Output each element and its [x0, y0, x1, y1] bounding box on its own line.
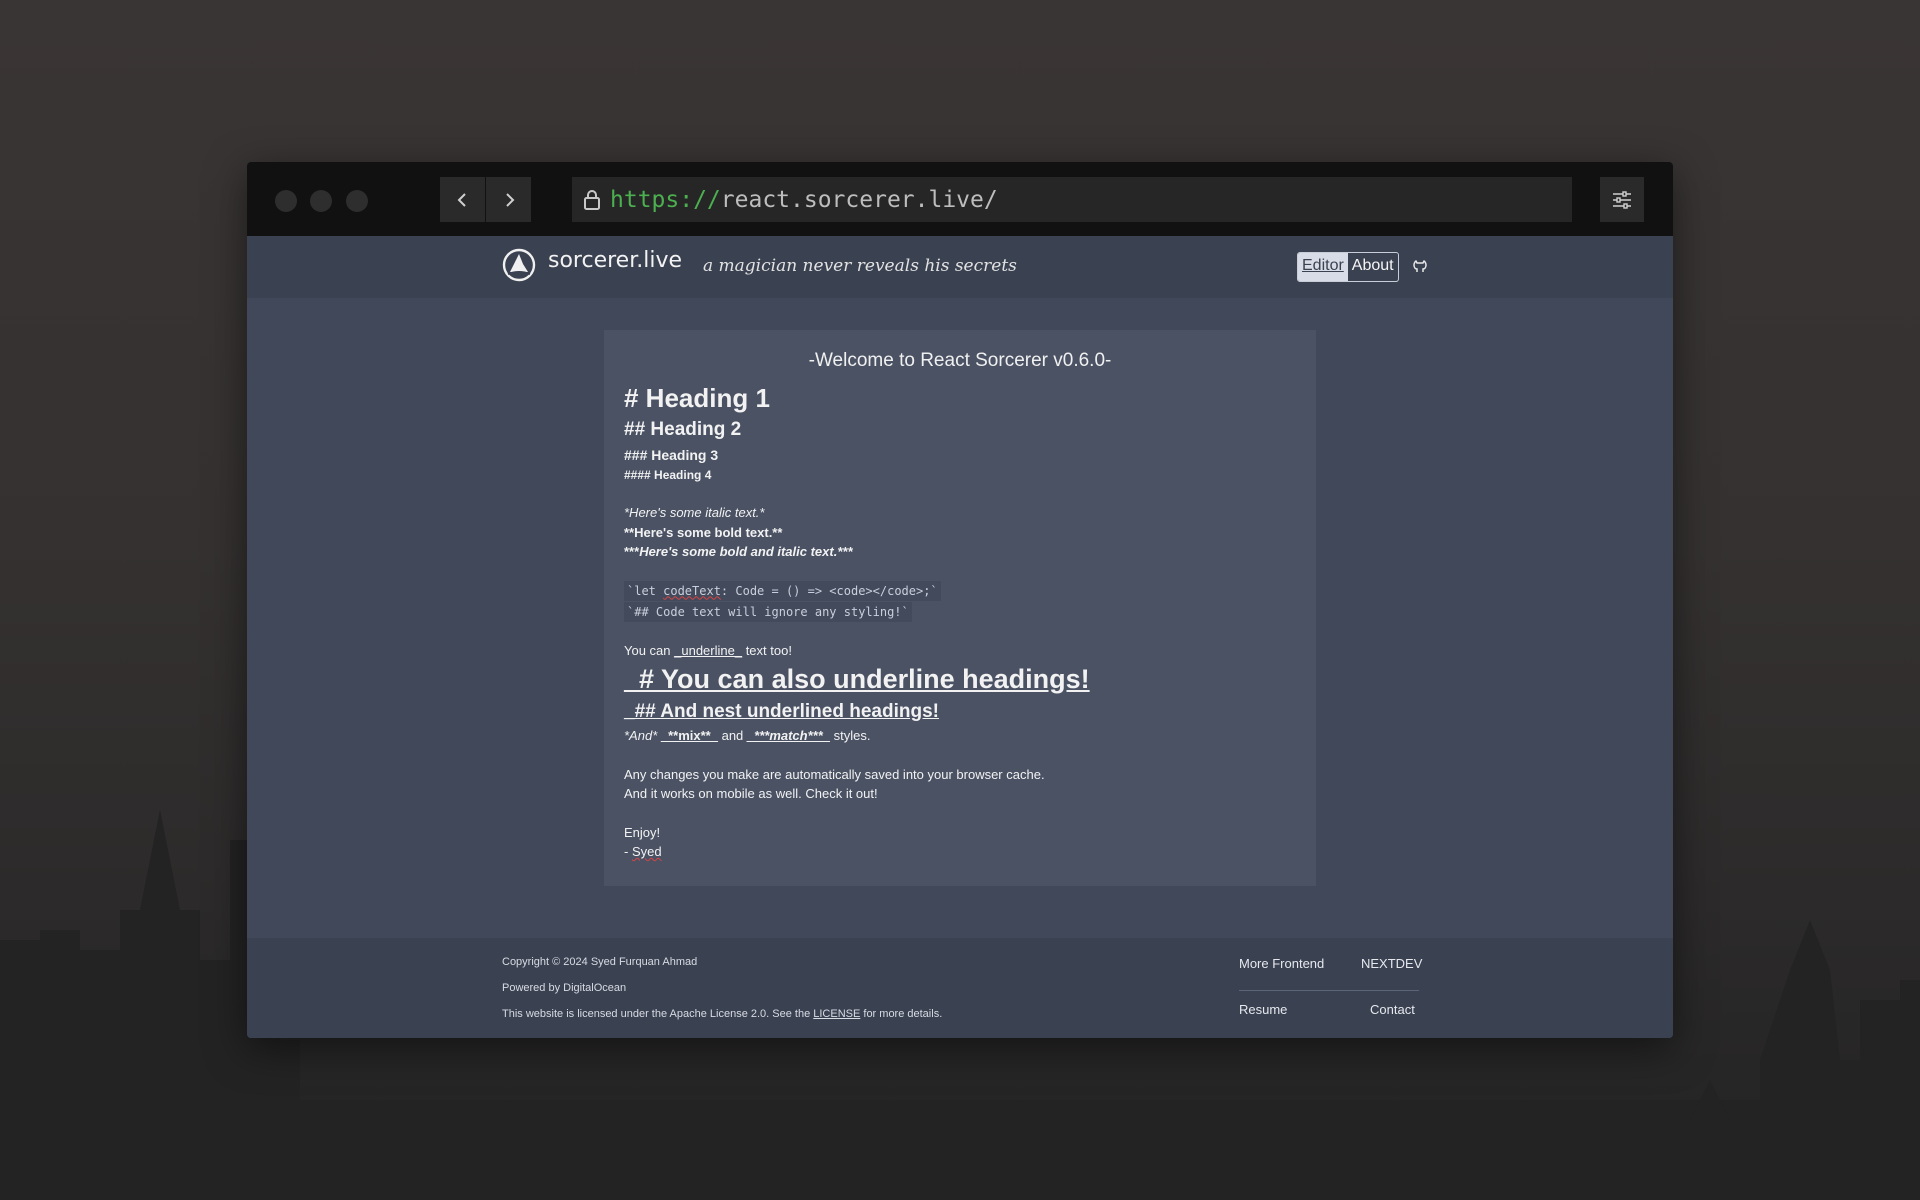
bold-italic-prefix: *** — [624, 544, 640, 559]
license-text: This website is licensed under the Apach… — [502, 1008, 942, 1020]
nav-editor[interactable]: Editor — [1298, 253, 1348, 281]
copyright-text: Copyright © 2024 Syed Furquan Ahmad — [502, 956, 698, 968]
text-fragment: This website is licensed under the Apach… — [502, 1008, 814, 1020]
bold-italic-text: Here's some bold and italic text.*** — [639, 544, 853, 559]
address-bar[interactable]: https://react.sorcerer.live/ — [572, 177, 1572, 222]
sorcerer-logo-icon[interactable] — [502, 248, 536, 286]
match-word: _***match***_ — [746, 728, 831, 743]
url-scheme: https:// — [610, 186, 721, 213]
github-icon[interactable] — [1412, 258, 1428, 278]
heading-2: ## Heading 2 — [624, 419, 742, 440]
underlined-word: _underline_ — [674, 642, 743, 658]
window-minimize-dot[interactable] — [310, 190, 332, 212]
license-link[interactable]: LICENSE — [813, 1008, 860, 1020]
forward-button[interactable] — [486, 177, 531, 222]
underlined-heading-1: _# You can also underline headings! — [624, 664, 1090, 694]
sliders-icon — [1613, 190, 1631, 209]
footer-divider — [1239, 990, 1419, 991]
brand-name[interactable]: sorcerer.live — [548, 248, 682, 273]
settings-button[interactable] — [1600, 177, 1644, 222]
back-button[interactable] — [440, 177, 485, 222]
code-part: `let — [627, 583, 664, 598]
text-fragment: styles. — [830, 728, 871, 743]
window-maximize-dot[interactable] — [346, 190, 368, 212]
text-fragment: and — [717, 728, 747, 743]
footer-link-contact[interactable]: Contact — [1370, 1002, 1415, 1017]
browser-toolbar: https://react.sorcerer.live/ — [247, 162, 1673, 236]
changes-line-2: And it works on mobile as well. Check it… — [624, 786, 878, 801]
enjoy-text: Enjoy! — [624, 824, 661, 840]
site-header: sorcerer.live a magician never reveals h… — [247, 236, 1673, 298]
code-line-1: `let codeText: Code = () => <code></code… — [624, 580, 1296, 601]
code-variable: codeText — [663, 583, 721, 598]
text-fragment: *And* — [624, 728, 661, 743]
signature-name: Syed — [631, 844, 662, 859]
welcome-text: -Welcome to React Sorcerer v0.6.0- — [808, 350, 1112, 371]
header-nav: Editor About — [1297, 252, 1399, 282]
text-fragment: for more details. — [860, 1008, 943, 1020]
url-host: react.sorcerer.live/ — [720, 186, 998, 213]
code-part: : Code = () => <code></code>;` — [720, 583, 938, 598]
heading-3: ### Heading 3 — [624, 447, 719, 463]
lock-icon — [582, 189, 602, 211]
text-fragment: You can — [624, 642, 675, 658]
heading-4: #### Heading 4 — [624, 468, 712, 482]
bold-text: **Here's some bold text.** — [624, 524, 783, 540]
text-fragment: text too! — [742, 642, 792, 658]
footer-link-resume[interactable]: Resume — [1239, 1002, 1287, 1017]
italic-text: *Here's some italic text.* — [624, 505, 765, 520]
changes-line-1: Any changes you make are automatically s… — [624, 766, 1045, 782]
main-content: -Welcome to React Sorcerer v0.6.0- # Hea… — [247, 298, 1673, 938]
underlined-heading-2: _## And nest underlined headings! — [624, 701, 939, 722]
browser-window: https://react.sorcerer.live/ sorcerer.li… — [247, 162, 1673, 1038]
window-close-dot[interactable] — [275, 190, 297, 212]
text-fragment: - — [624, 844, 632, 859]
chevron-right-icon — [505, 192, 514, 207]
editor-panel[interactable]: -Welcome to React Sorcerer v0.6.0- # Hea… — [604, 330, 1316, 886]
signature: - Syed — [624, 842, 1296, 862]
bold-italic-line: ***Here's some bold and italic text.*** — [624, 542, 1296, 562]
tagline: a magician never reveals his secrets — [703, 256, 1017, 276]
code-line-2: `## Code text will ignore any styling!` — [624, 601, 1296, 622]
footer-link-more-frontend[interactable]: More Frontend — [1239, 956, 1324, 971]
heading-1: # Heading 1 — [624, 383, 770, 413]
site-footer: Copyright © 2024 Syed Furquan Ahmad Powe… — [247, 938, 1673, 1038]
chevron-left-icon — [457, 192, 466, 207]
code-text: `## Code text will ignore any styling!` — [624, 601, 912, 622]
mix-match-line: *And* _**mix**_ and _***match***_ styles… — [624, 726, 1296, 746]
footer-link-nextdev[interactable]: NEXTDEV — [1361, 956, 1422, 971]
powered-by-text: Powered by DigitalOcean — [502, 982, 627, 994]
underline-line: You can _underline_ text too! — [624, 641, 1296, 661]
mix-word: _**mix**_ — [660, 728, 718, 743]
nav-about[interactable]: About — [1348, 253, 1398, 281]
